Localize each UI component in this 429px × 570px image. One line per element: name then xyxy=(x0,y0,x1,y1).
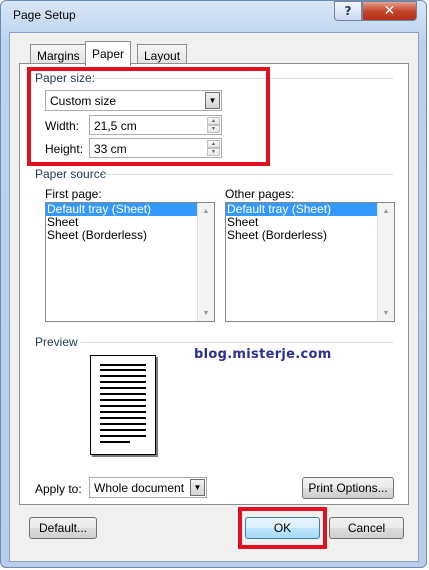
first-page-label: First page: xyxy=(45,187,102,201)
paper-size-select[interactable]: Custom size ▼ xyxy=(45,90,222,111)
print-options-label: Print Options... xyxy=(308,481,388,495)
page-setup-dialog: Page Setup ? ✕ Margins Paper Layout Pape… xyxy=(0,0,427,568)
scroll-up-icon[interactable]: ▲ xyxy=(378,204,394,218)
chevron-down-icon[interactable]: ▼ xyxy=(190,479,205,496)
ok-button[interactable]: OK xyxy=(245,517,320,539)
preview-page xyxy=(90,355,156,455)
width-field[interactable]: 21,5 cm ▲ ▼ xyxy=(89,115,222,135)
tab-margins-label: Margins xyxy=(37,49,80,63)
list-item[interactable]: Sheet (Borderless) xyxy=(46,229,214,242)
cancel-label: Cancel xyxy=(347,521,386,535)
tab-layout-label: Layout xyxy=(144,49,181,63)
paper-size-value: Custom size xyxy=(50,94,117,108)
help-icon: ? xyxy=(344,4,352,18)
dialog-title: Page Setup xyxy=(13,8,76,22)
height-label: Height: xyxy=(45,142,84,156)
first-page-list[interactable]: Default tray (Sheet) Sheet Sheet (Border… xyxy=(45,202,215,322)
width-value: 21,5 cm xyxy=(94,119,137,133)
height-value: 33 cm xyxy=(94,142,127,156)
spin-down-icon[interactable]: ▼ xyxy=(207,148,220,156)
default-button[interactable]: Default... xyxy=(29,517,97,539)
default-label: Default... xyxy=(38,521,88,535)
width-label: Width: xyxy=(45,119,80,133)
tab-layout[interactable]: Layout xyxy=(137,44,188,64)
scroll-down-icon[interactable]: ▼ xyxy=(198,306,214,320)
paper-source-group-label: Paper source xyxy=(35,167,107,181)
spin-down-icon[interactable]: ▼ xyxy=(207,125,220,133)
width-spinner[interactable]: ▲ ▼ xyxy=(207,117,220,133)
scrollbar[interactable]: ▲ ▼ xyxy=(377,203,394,321)
apply-to-select[interactable]: Whole document ▼ xyxy=(89,477,207,498)
spin-up-icon[interactable]: ▲ xyxy=(207,117,220,125)
preview-divider xyxy=(81,342,393,343)
spin-up-icon[interactable]: ▲ xyxy=(207,140,220,148)
list-item[interactable]: Sheet (Borderless) xyxy=(226,229,394,242)
cancel-button[interactable]: Cancel xyxy=(329,517,404,539)
scroll-down-icon[interactable]: ▼ xyxy=(378,306,394,320)
chevron-down-icon[interactable]: ▼ xyxy=(205,92,220,109)
watermark-text: blog.misterje.com xyxy=(194,347,332,362)
tab-margins[interactable]: Margins xyxy=(30,44,87,64)
tab-paper-label: Paper xyxy=(92,47,125,61)
scroll-up-icon[interactable]: ▲ xyxy=(198,204,214,218)
paper-size-group-label: Paper size: xyxy=(35,71,96,85)
apply-to-value: Whole document xyxy=(94,481,185,495)
preview-group-label: Preview xyxy=(35,335,78,349)
close-button[interactable]: ✕ xyxy=(362,1,417,21)
tab-paper[interactable]: Paper xyxy=(85,41,132,66)
apply-to-label: Apply to: xyxy=(35,482,82,496)
paper-source-divider xyxy=(103,174,393,175)
help-button[interactable]: ? xyxy=(334,1,362,21)
other-pages-label: Other pages: xyxy=(225,187,295,201)
paper-size-divider xyxy=(93,78,393,79)
close-icon: ✕ xyxy=(383,3,396,19)
height-field[interactable]: 33 cm ▲ ▼ xyxy=(89,138,222,158)
ok-label: OK xyxy=(273,521,292,535)
height-spinner[interactable]: ▲ ▼ xyxy=(207,140,220,156)
other-pages-list[interactable]: Default tray (Sheet) Sheet Sheet (Border… xyxy=(225,202,395,322)
print-options-button[interactable]: Print Options... xyxy=(302,477,394,499)
scrollbar[interactable]: ▲ ▼ xyxy=(197,203,214,321)
